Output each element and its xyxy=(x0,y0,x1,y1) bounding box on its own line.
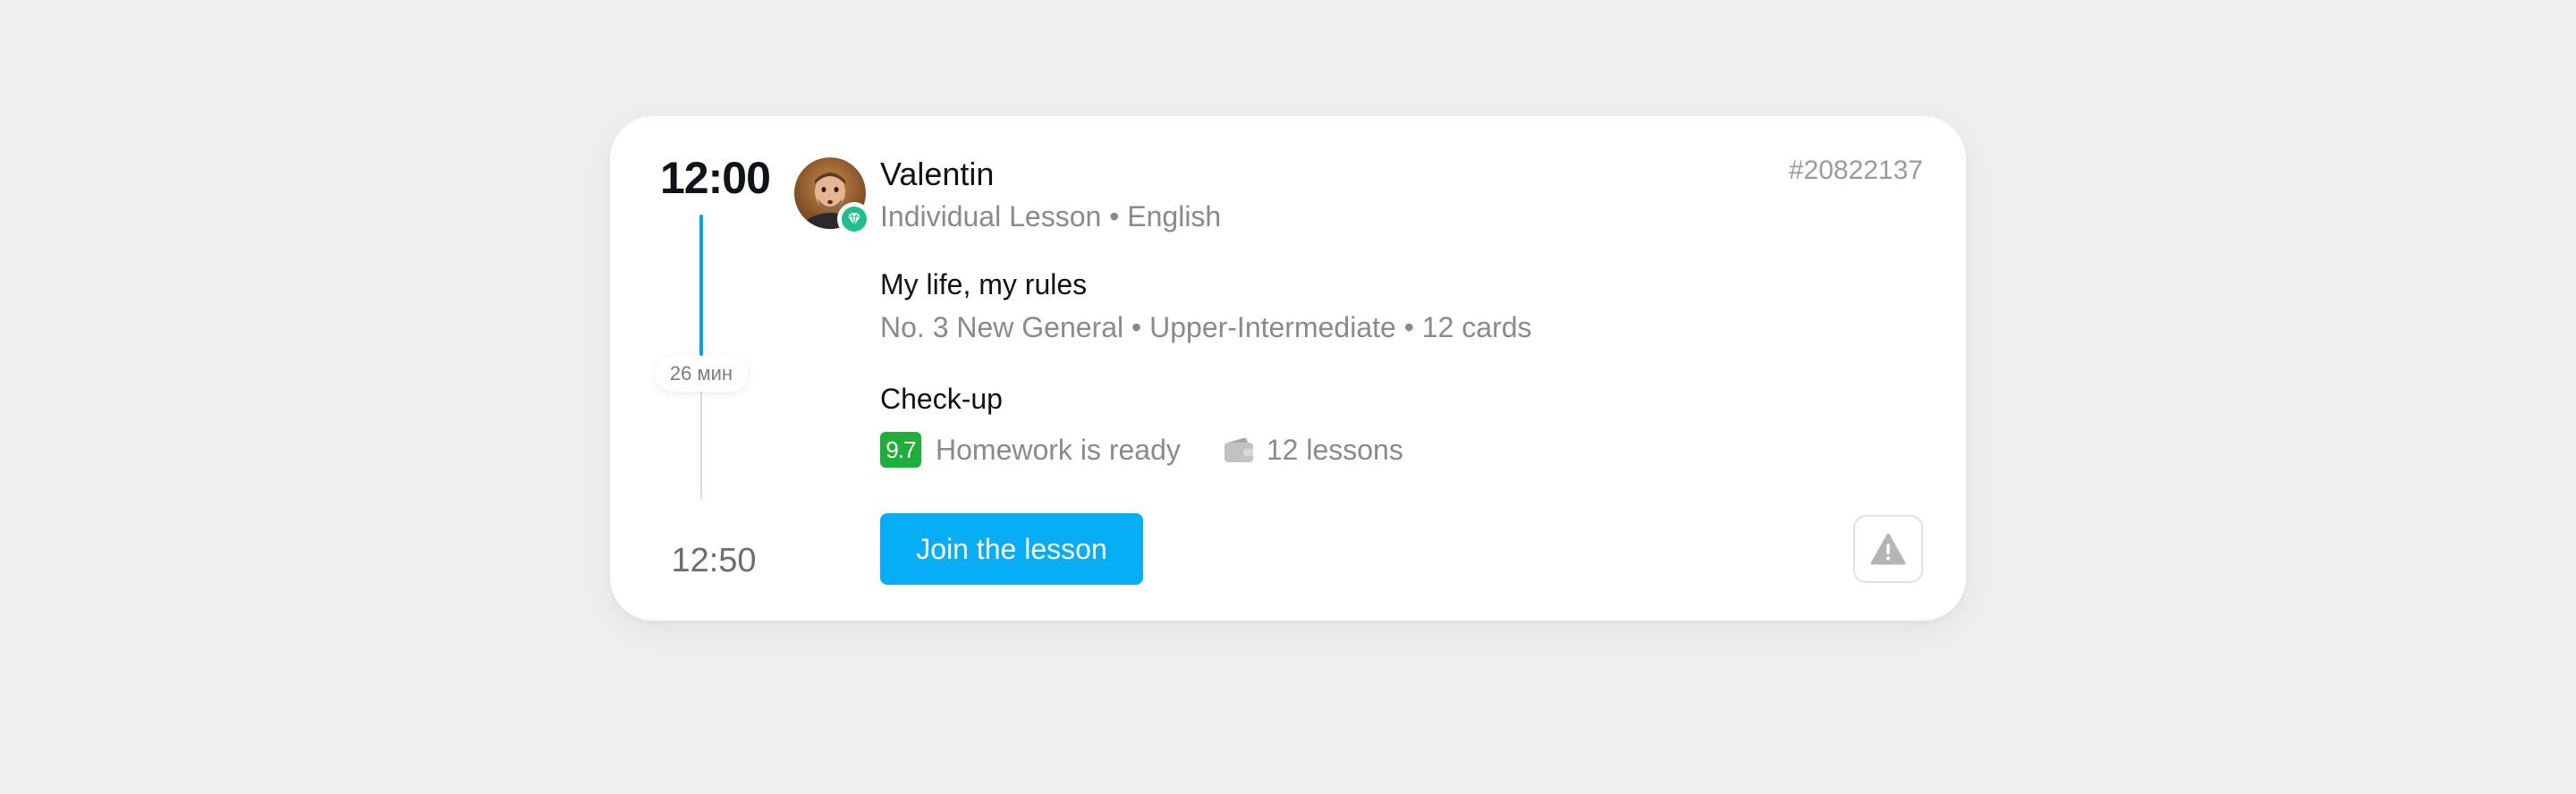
check-up-title: Check-up xyxy=(880,383,1003,415)
lesson-id: #20822137 xyxy=(1788,156,1923,185)
report-problem-button[interactable] xyxy=(1853,515,1923,583)
teacher-name[interactable]: Valentin xyxy=(880,156,994,193)
homework-status[interactable]: Homework is ready xyxy=(936,434,1181,467)
lesson-card: 12:00 26 мин 12:50 Valentin Individual L… xyxy=(610,116,1966,621)
wallet-icon xyxy=(1224,435,1254,465)
lessons-count: 12 lessons xyxy=(1266,433,1403,466)
lesson-start-time: 12:00 xyxy=(660,153,771,203)
join-lesson-button[interactable]: Join the lesson xyxy=(880,513,1143,585)
gem-icon xyxy=(837,202,871,236)
score-badge: 9.7 xyxy=(880,432,921,468)
timeline-progress-line xyxy=(699,215,703,356)
check-up-row: 9.7 Homework is ready 12 lessons xyxy=(880,431,1403,469)
lesson-type: Individual Lesson • English xyxy=(880,200,1222,232)
duration-badge: 26 мин xyxy=(655,356,748,392)
lesson-end-time: 12:50 xyxy=(671,542,757,579)
warning-icon xyxy=(1870,533,1906,565)
topic-title[interactable]: My life, my rules xyxy=(880,268,1087,301)
topic-details: No. 3 New General • Upper-Intermediate •… xyxy=(880,311,1532,343)
avatar[interactable] xyxy=(794,157,871,236)
